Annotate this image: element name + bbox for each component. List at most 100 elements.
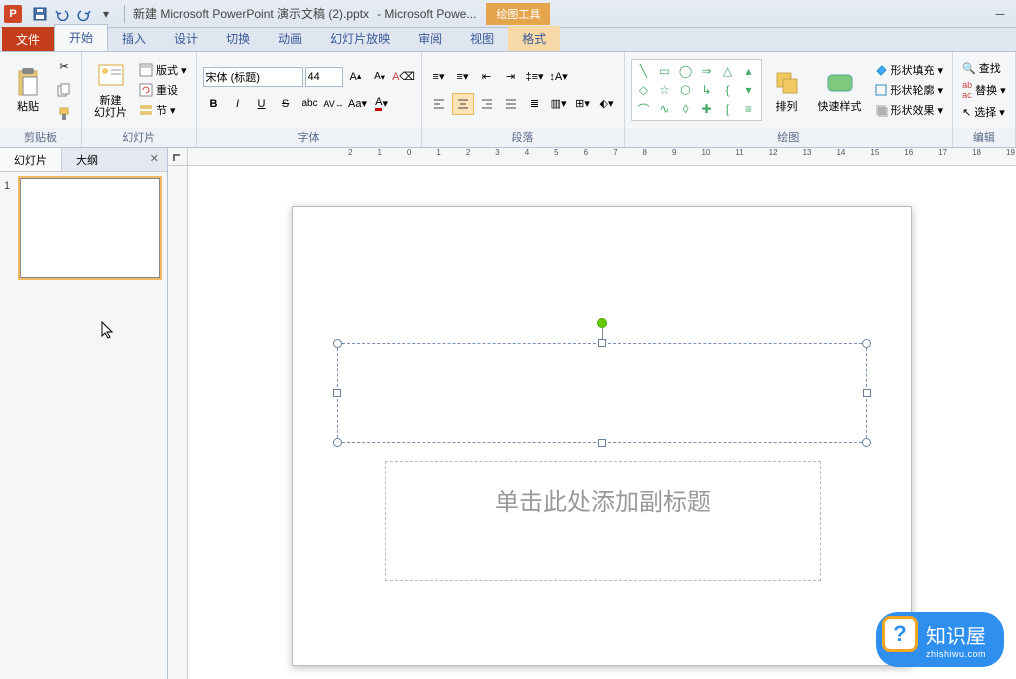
shape-diamond[interactable]: ◇ [634,81,654,99]
shape-triangle[interactable]: △ [718,62,738,80]
grow-font-icon[interactable]: A▴ [345,66,367,88]
slide-canvas[interactable]: 单击此处添加副标题 [292,206,912,666]
subtitle-placeholder[interactable]: 单击此处添加副标题 [385,461,821,581]
shape-bracket[interactable]: [ [718,100,738,118]
distribute-icon[interactable]: ≣ [524,93,546,115]
tab-format[interactable]: 格式 [508,26,560,51]
clear-format-icon[interactable]: A⌫ [393,66,415,88]
shape-outline-button[interactable]: 形状轮廓 ▾ [871,81,947,99]
cut-icon[interactable]: ✂ [53,55,75,77]
numbering-icon[interactable]: ≡▾ [452,66,474,88]
section-button[interactable]: 节 ▾ [136,101,190,119]
panel-tab-slides[interactable]: 幻灯片 [0,148,62,171]
shape-brace[interactable]: { [718,81,738,99]
underline-icon[interactable]: U [251,93,273,115]
copy-icon[interactable] [53,79,75,101]
tab-animations[interactable]: 动画 [264,26,316,51]
convert-smartart-icon[interactable]: ⬖▾ [596,93,618,115]
group-label-font: 字体 [197,128,421,147]
tab-file[interactable]: 文件 [2,27,54,51]
panel-tab-outline[interactable]: 大纲 [62,148,112,171]
replace-button[interactable]: abac替换 ▾ [959,79,1009,101]
thumbnail-preview [20,178,160,278]
canvas-scroll[interactable]: 单击此处添加副标题 [188,166,1016,679]
shape-effects-button[interactable]: 形状效果 ▾ [871,101,947,119]
resize-handle-mr[interactable] [863,389,871,397]
resize-handle-tm[interactable] [598,339,606,347]
arrange-button[interactable]: 排列 [765,65,809,115]
align-right-icon[interactable] [476,93,498,115]
redo-icon[interactable] [74,4,94,24]
panel-close-icon[interactable]: ✕ [142,148,167,171]
increase-indent-icon[interactable]: ⇥ [500,66,522,88]
resize-handle-bm[interactable] [598,439,606,447]
shape-more-menu[interactable]: ≡ [739,100,759,118]
title-bar: P ▾ 新建 Microsoft PowerPoint 演示文稿 (2).ppt… [0,0,1016,28]
decrease-indent-icon[interactable]: ⇤ [476,66,498,88]
title-placeholder[interactable] [337,343,867,443]
line-spacing-icon[interactable]: ‡≡▾ [524,66,546,88]
resize-handle-tl[interactable] [333,339,342,348]
tab-view[interactable]: 视图 [456,26,508,51]
layout-button[interactable]: 版式 ▾ [136,61,190,79]
new-slide-button[interactable]: 新建 幻灯片 [88,59,133,121]
font-color-icon[interactable]: A▾ [371,93,393,115]
shape-arrow[interactable]: ⇒ [697,62,717,80]
bold-icon[interactable]: B [203,93,225,115]
select-button[interactable]: ↖选择 ▾ [959,103,1009,121]
rotate-handle[interactable] [597,318,607,328]
resize-handle-br[interactable] [862,438,871,447]
undo-icon[interactable] [52,4,72,24]
bullets-icon[interactable]: ≡▾ [428,66,450,88]
font-size-select[interactable] [305,67,343,87]
group-label-drawing: 绘图 [625,128,953,147]
reset-button[interactable]: 重设 [136,81,190,99]
tab-slideshow[interactable]: 幻灯片放映 [316,26,404,51]
qat-dropdown-icon[interactable]: ▾ [96,4,116,24]
shape-line[interactable]: ╲ [634,62,654,80]
quick-styles-button[interactable]: 快速样式 [812,65,868,115]
minimize-button[interactable]: ─ [990,4,1010,24]
change-case-icon[interactable]: Aa▾ [347,93,369,115]
justify-icon[interactable] [500,93,522,115]
shape-rect[interactable]: ▭ [655,62,675,80]
columns-icon[interactable]: ▥▾ [548,93,570,115]
italic-icon[interactable]: I [227,93,249,115]
char-spacing-icon[interactable]: AV↔ [323,93,345,115]
shape-curve[interactable]: ∿ [655,100,675,118]
format-painter-icon[interactable] [53,103,75,125]
shape-star[interactable]: ☆ [655,81,675,99]
tab-review[interactable]: 审阅 [404,26,456,51]
text-shadow-icon[interactable]: abc [299,93,321,115]
find-button[interactable]: 🔍查找 [959,59,1009,77]
tab-home[interactable]: 开始 [54,24,108,51]
shape-oval[interactable]: ◯ [676,62,696,80]
slide-thumbnail-1[interactable]: 1 [6,178,161,278]
shape-arc[interactable]: ⌒ [634,100,654,118]
shape-more-down[interactable]: ▾ [739,81,759,99]
font-name-select[interactable] [203,67,303,87]
tab-insert[interactable]: 插入 [108,26,160,51]
tab-selector-icon[interactable] [172,151,184,163]
shape-more-up[interactable]: ▴ [739,62,759,80]
tab-design[interactable]: 设计 [160,26,212,51]
align-left-icon[interactable] [428,93,450,115]
resize-handle-tr[interactable] [862,339,871,348]
align-center-icon[interactable] [452,93,474,115]
save-icon[interactable] [30,4,50,24]
shape-connector[interactable]: ↳ [697,81,717,99]
shapes-gallery[interactable]: ╲ ▭ ◯ ⇒ △ ▴ ◇ ☆ ⬡ ↳ { ▾ ⌒ ∿ ◊ ✚ [ ≡ [631,59,762,121]
shape-fill-button[interactable]: 形状填充 ▾ [871,61,947,79]
strikethrough-icon[interactable]: S [275,93,297,115]
resize-handle-ml[interactable] [333,389,341,397]
shape-plus[interactable]: ✚ [697,100,717,118]
align-text-icon[interactable]: ⊞▾ [572,93,594,115]
paste-button[interactable]: 粘贴 [6,65,50,115]
tab-transitions[interactable]: 切换 [212,26,264,51]
shape-hexagon[interactable]: ⬡ [676,81,696,99]
shape-callout[interactable]: ◊ [676,100,696,118]
resize-handle-bl[interactable] [333,438,342,447]
text-direction-icon[interactable]: ↕A▾ [548,66,570,88]
shrink-font-icon[interactable]: A▾ [369,66,391,88]
quick-access-toolbar: ▾ [26,4,120,24]
